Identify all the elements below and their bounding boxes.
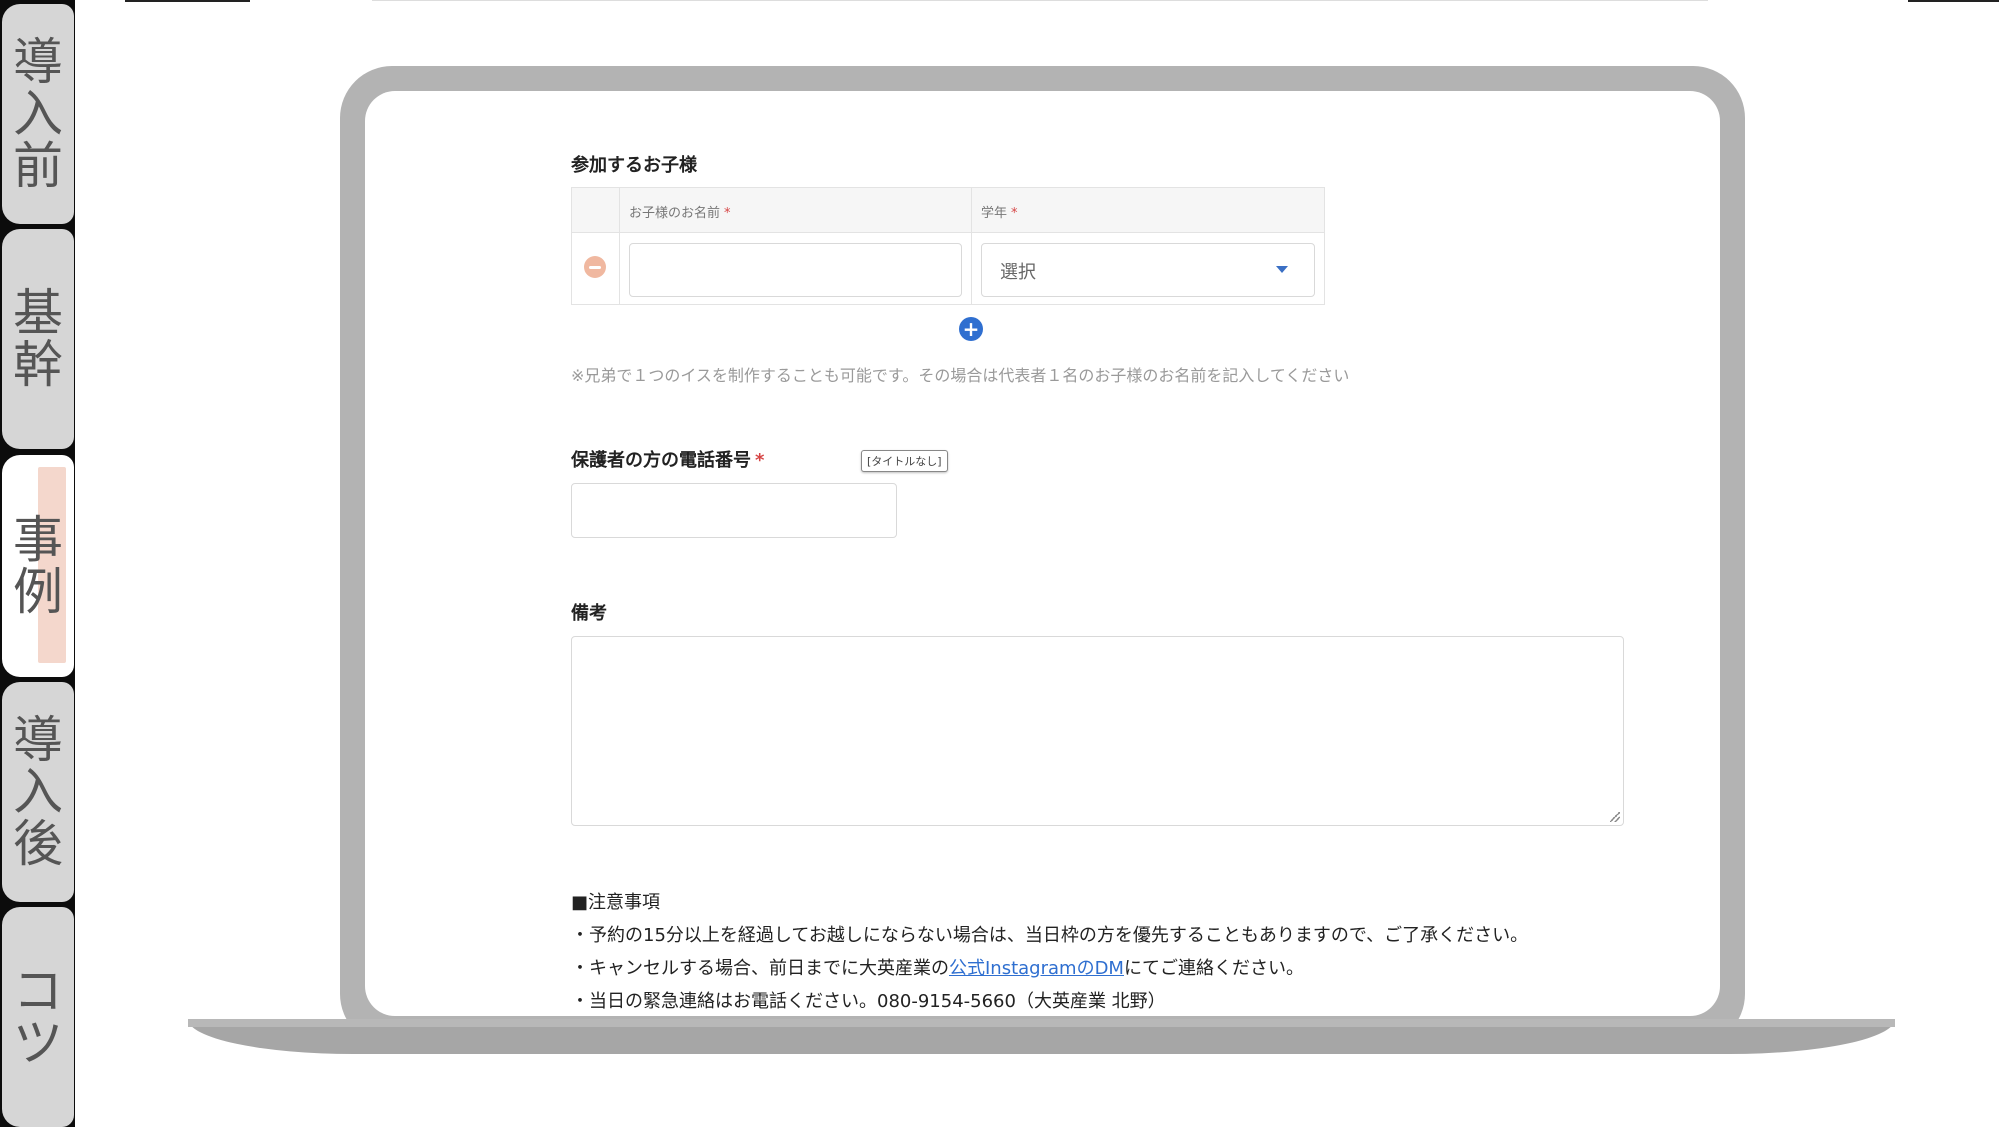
top-rule-mid [372, 0, 1708, 1]
top-rule-left [125, 0, 250, 2]
caution-line: ・当日の緊急連絡はお電話ください。080-9154-5660（大英産業 北野） [571, 991, 1166, 1012]
side-tab-char: 導 [13, 33, 63, 91]
side-tab-char: 入 [13, 763, 63, 821]
remarks-section-title: 備考 [571, 603, 607, 624]
minus-circle-icon[interactable] [584, 256, 606, 278]
grade-select-value: 選択 [1000, 262, 1036, 283]
phone-section-title: 保護者の方の電話番号 * [571, 446, 764, 472]
side-tab-char: ツ [13, 1014, 63, 1072]
side-tab-rail: 導 入 前 基 幹 事 例 導 入 後 コ ツ [0, 0, 75, 1127]
instagram-dm-link[interactable]: 公式InstagramのDM [949, 958, 1124, 979]
caution-line: ・キャンセルする場合、前日までに大英産業の公式InstagramのDMにてご連絡… [571, 952, 1528, 985]
caution-line-prefix: ・キャンセルする場合、前日までに大英産業の [571, 958, 949, 979]
side-tab-char: 入 [13, 85, 63, 143]
col-header-grade: 学年 * [981, 202, 1018, 221]
required-mark: * [1011, 206, 1018, 221]
side-tab-char: 後 [13, 815, 63, 873]
col-header-child-name: お子様のお名前 * [629, 202, 731, 221]
laptop-screen: 参加するお子様 お子様のお名前 * 学年 * 選択 + ※兄弟で１つのイスを制作する… [365, 91, 1720, 1016]
top-rule-right [1908, 0, 1999, 2]
side-tab-case-study[interactable]: 事 例 [2, 455, 74, 677]
caution-line-suffix: にてご連絡ください。 [1123, 958, 1304, 979]
col-header-child-name-label: お子様のお名前 [629, 206, 721, 221]
child-name-input[interactable] [629, 243, 962, 297]
cautions-heading: ■注意事項 [571, 892, 661, 913]
side-tab-char: コ [13, 962, 63, 1020]
side-tab-char: 導 [13, 711, 63, 769]
side-tab-char: 事 [13, 511, 63, 569]
side-tab-char: 前 [13, 137, 63, 195]
side-tab-char: 幹 [13, 336, 63, 394]
chevron-down-icon [1276, 266, 1288, 273]
side-tab-tips[interactable]: コ ツ [2, 907, 74, 1127]
tooltip: [タイトルなし] [861, 450, 948, 472]
phone-section-title-label: 保護者の方の電話番号 [571, 450, 751, 471]
caution-line: ・予約の15分以上を経過してお越しにならない場合は、当日枠の方を優先することもあ… [571, 925, 1529, 946]
laptop-base-top [188, 1019, 1895, 1027]
cautions-block: ■注意事項 ・予約の15分以上を経過してお越しにならない場合は、当日枠の方を優先… [571, 886, 1528, 1016]
side-tab-after-intro[interactable]: 導 入 後 [2, 682, 74, 902]
side-tab-char: 基 [13, 284, 63, 342]
children-section-title: 参加するお子様 [571, 155, 697, 176]
table-divider [971, 188, 972, 304]
table-divider [619, 188, 620, 304]
grade-select[interactable]: 選択 [981, 243, 1315, 297]
side-tab-core[interactable]: 基 幹 [2, 229, 74, 449]
col-header-grade-label: 学年 [981, 206, 1008, 221]
children-note: ※兄弟で１つのイスを制作することも可能です。その場合は代表者１名のお子様のお名前… [571, 366, 1350, 385]
children-table: お子様のお名前 * 学年 * 選択 [571, 187, 1325, 305]
required-mark: * [724, 206, 731, 221]
side-tab-char: 例 [13, 563, 63, 621]
resize-handle-icon[interactable] [1610, 812, 1620, 822]
required-mark: * [755, 450, 765, 471]
plus-circle-icon[interactable]: + [959, 317, 983, 341]
remarks-textarea[interactable] [571, 636, 1624, 826]
phone-input[interactable] [571, 483, 897, 538]
side-tab-before-intro[interactable]: 導 入 前 [2, 4, 74, 224]
